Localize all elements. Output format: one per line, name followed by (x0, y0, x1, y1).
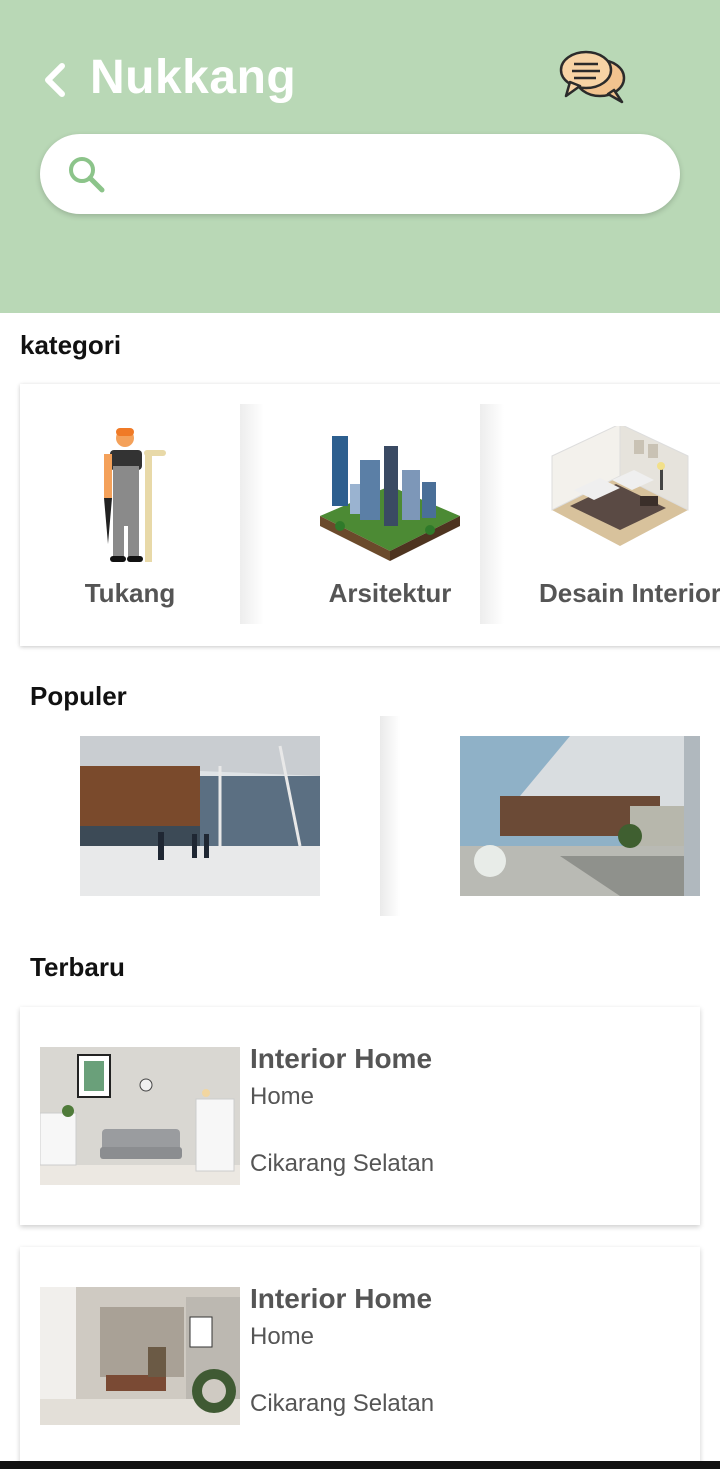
city-icon (320, 436, 460, 561)
popular-card[interactable] (400, 716, 720, 916)
item-category: Home (250, 1323, 315, 1350)
category-label: Arsitektur (328, 578, 452, 608)
interior-thumbnail (40, 1047, 240, 1185)
item-category: Home (250, 1083, 315, 1110)
category-card-desain-interior[interactable]: Desain Interior (520, 404, 720, 624)
popular-building-photo (80, 736, 320, 896)
section-title-popular: Populer (30, 681, 127, 711)
chat-bubbles-icon[interactable] (556, 48, 628, 104)
category-card-arsitektur[interactable]: Arsitektur (280, 404, 500, 624)
page-title: Nukkang (90, 51, 297, 104)
category-label: Tukang (84, 578, 176, 608)
back-icon[interactable] (38, 58, 74, 102)
item-location: Cikarang Selatan (250, 1390, 435, 1417)
room-interior-icon (551, 426, 689, 546)
interior-thumbnail (40, 1287, 240, 1425)
system-bottom-bar (0, 1461, 720, 1469)
latest-item-card[interactable]: Interior Home Home Cikarang Selatan (20, 1007, 700, 1225)
category-divider (480, 404, 520, 624)
search-input[interactable] (120, 152, 664, 198)
section-title-categories: kategori (20, 330, 122, 360)
category-divider (240, 404, 280, 624)
category-card-tukang[interactable]: Tukang (20, 404, 240, 624)
category-label: Desain Interior (538, 578, 720, 608)
popular-divider (380, 716, 400, 916)
item-title: Interior Home (250, 1283, 433, 1314)
latest-item-card[interactable]: Interior Home Home Cikarang Selatan (20, 1247, 700, 1465)
worker-icon (104, 428, 166, 562)
app-header: Nukkang (0, 0, 720, 313)
search-icon (69, 157, 105, 193)
item-location: Cikarang Selatan (250, 1150, 435, 1177)
popular-card[interactable] (20, 716, 380, 916)
search-bar[interactable] (40, 134, 680, 214)
item-title: Interior Home (250, 1043, 433, 1074)
section-title-latest: Terbaru (30, 952, 125, 982)
category-list[interactable]: Tukang Arsitektur Desain Interior (20, 384, 720, 646)
popular-building-photo (460, 736, 700, 896)
